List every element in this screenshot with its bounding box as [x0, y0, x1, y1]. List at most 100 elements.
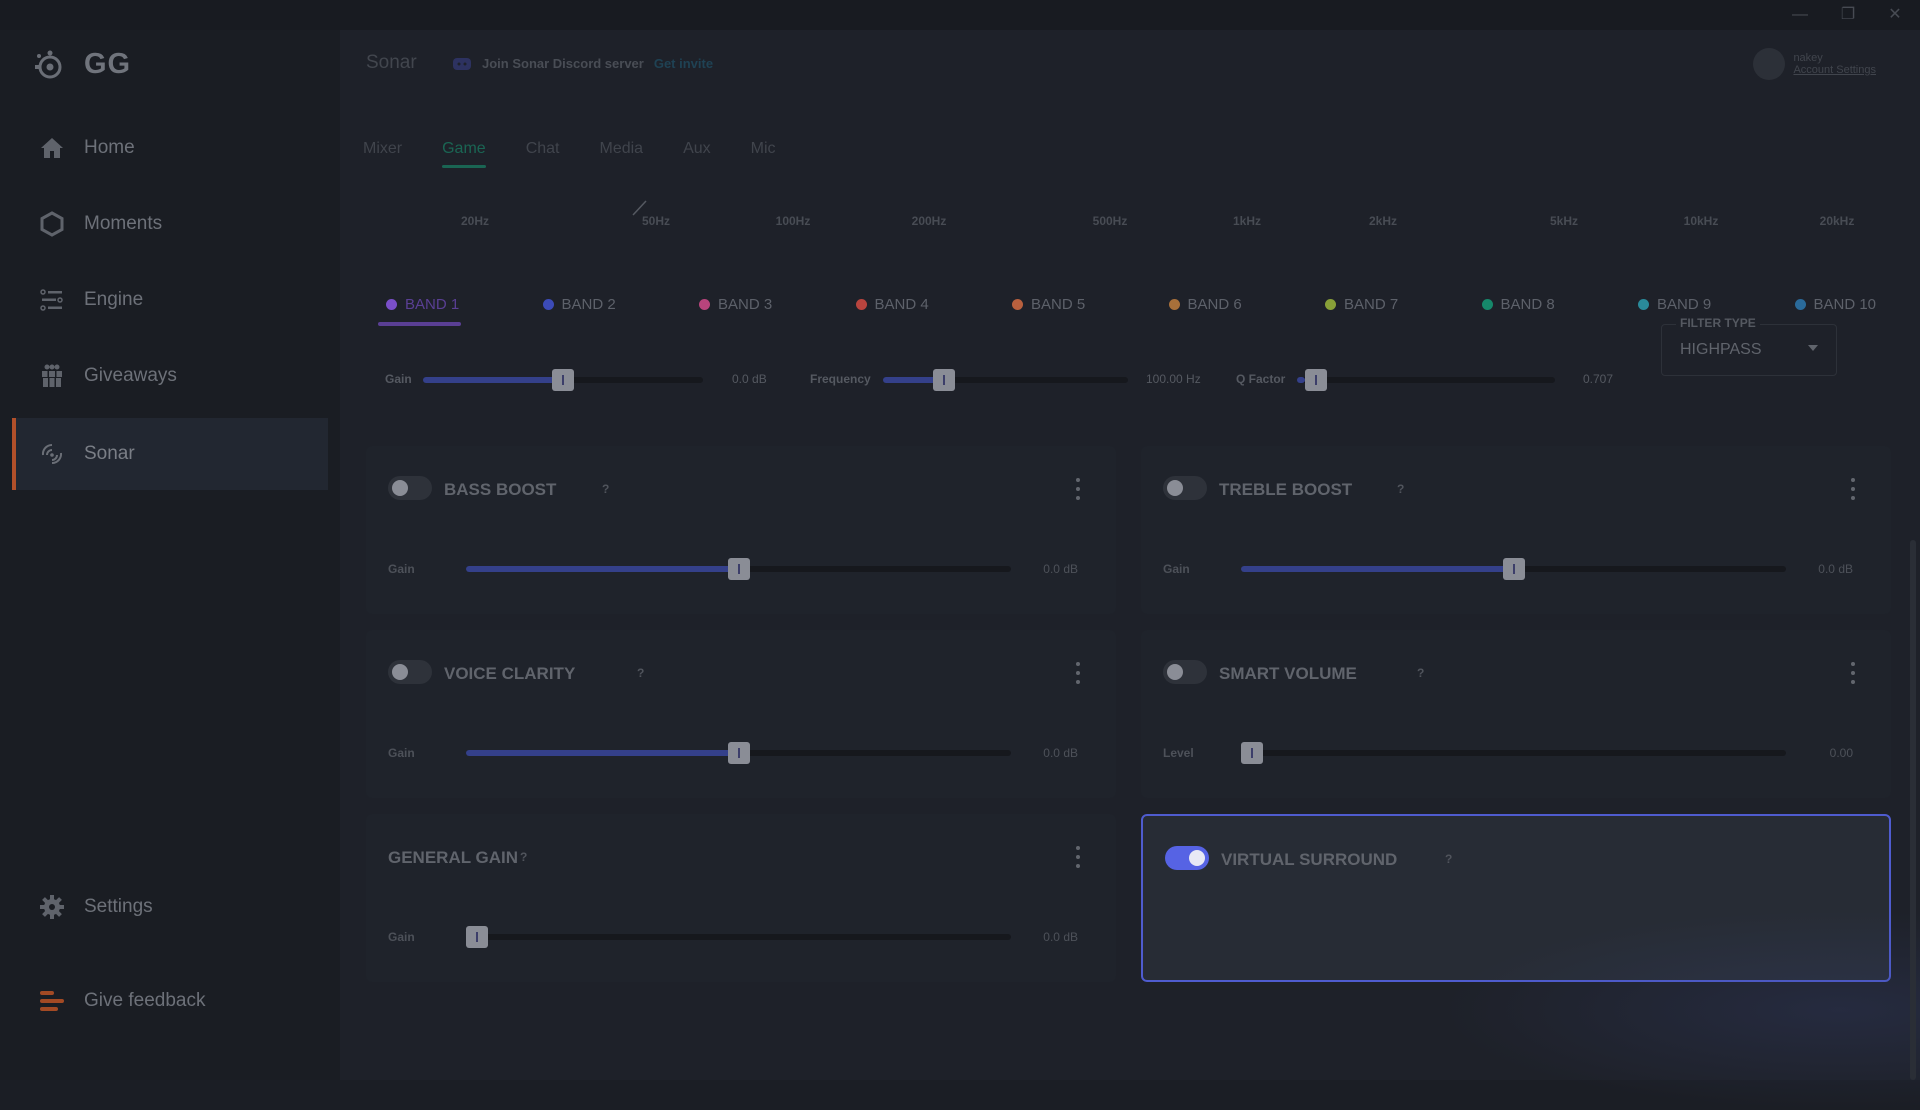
more-options-icon[interactable]	[1074, 662, 1082, 684]
band-label: BAND 8	[1500, 295, 1555, 313]
help-icon[interactable]: ?	[1397, 482, 1404, 496]
band-tab-8[interactable]: BAND 8	[1481, 292, 1555, 316]
help-icon[interactable]: ?	[1417, 666, 1424, 680]
sidebar-item-label: Moments	[84, 213, 163, 234]
general-gain-slider[interactable]	[466, 926, 1011, 948]
treble-boost-toggle[interactable]	[1163, 476, 1207, 500]
band-frequency-slider[interactable]	[883, 369, 1128, 391]
band-label: BAND 9	[1657, 295, 1712, 313]
account-name: nakey	[1793, 52, 1823, 64]
tab-game[interactable]: Game	[442, 140, 486, 168]
bass-boost-slider[interactable]	[466, 558, 1011, 580]
band-tab-1[interactable]: BAND 1	[377, 292, 462, 326]
avatar[interactable]	[1753, 48, 1786, 80]
sidebar-item-engine[interactable]: Engine	[12, 264, 328, 336]
minimize-button[interactable]: —	[1785, 4, 1815, 26]
general-gain-title: GENERAL GAIN	[388, 848, 519, 867]
band-color-dot	[1481, 298, 1493, 310]
band-tab-6[interactable]: BAND 6	[1168, 292, 1242, 316]
slider-thumb[interactable]	[1502, 558, 1525, 580]
band-tab-2[interactable]: BAND 2	[542, 292, 616, 316]
restore-button[interactable]: ❐	[1833, 4, 1863, 26]
smart-volume-card: SMART VOLUME? Level 0.00	[1141, 630, 1891, 798]
freq-tick-label: 20Hz	[460, 214, 490, 228]
freq-tick-label: 1kHz	[1232, 214, 1262, 228]
help-icon[interactable]: ?	[1445, 852, 1452, 866]
gain-value: 0.0 dB	[732, 372, 767, 386]
sidebar-item-give-feedback[interactable]: Give feedback	[12, 965, 328, 1037]
sidebar-item-moments[interactable]: Moments	[12, 188, 328, 260]
treble-boost-slider[interactable]	[1241, 558, 1786, 580]
tab-media[interactable]: Media	[599, 140, 643, 168]
smart-volume-title: SMART VOLUME	[1219, 664, 1357, 683]
band-color-dot	[542, 298, 554, 310]
voice-clarity-title: VOICE CLARITY	[444, 664, 576, 683]
bass-boost-card: BASS BOOST? Gain 0.0 dB	[366, 446, 1116, 614]
sidebar-item-sonar[interactable]: Sonar	[12, 418, 328, 490]
voice-clarity-toggle[interactable]	[388, 660, 432, 684]
bass-boost-control-label: Gain	[388, 562, 415, 576]
account-settings-link[interactable]: Account Settings	[1793, 64, 1876, 76]
smart-volume-toggle[interactable]	[1163, 660, 1207, 684]
band-tab-3[interactable]: BAND 3	[699, 292, 772, 316]
band-label: BAND 6	[1187, 295, 1242, 313]
tab-aux[interactable]: Aux	[683, 140, 711, 168]
account-area[interactable]: nakey Account Settings	[1753, 48, 1876, 80]
band-gain-slider[interactable]	[423, 369, 703, 391]
band-tab-7[interactable]: BAND 7	[1325, 292, 1398, 316]
freq-tick-label: 50Hz	[641, 214, 671, 228]
sidebar-item-home[interactable]: Home	[12, 112, 328, 184]
discord-invite-link[interactable]: Get invite	[654, 56, 713, 71]
q-factor-slider[interactable]	[1297, 369, 1555, 391]
help-icon[interactable]: ?	[520, 850, 527, 864]
band-tab-9[interactable]: BAND 9	[1638, 292, 1711, 316]
tab-mic[interactable]: Mic	[751, 140, 776, 168]
help-icon[interactable]: ?	[637, 666, 644, 680]
scrollbar[interactable]	[1910, 540, 1916, 1080]
slider-thumb[interactable]	[1304, 369, 1327, 391]
discord-icon	[453, 57, 471, 70]
more-options-icon[interactable]	[1849, 662, 1857, 684]
smart-volume-slider[interactable]	[1241, 742, 1786, 764]
band-label: BAND 2	[561, 295, 616, 313]
bass-boost-toggle[interactable]	[388, 476, 432, 500]
sidebar-item-label: Home	[84, 137, 135, 158]
voice-clarity-slider[interactable]	[466, 742, 1011, 764]
band-label: BAND 4	[874, 295, 929, 313]
slider-thumb[interactable]	[727, 742, 750, 764]
slider-thumb[interactable]	[466, 926, 488, 948]
frequency-axis: 20Hz 50Hz 100Hz 200Hz 500Hz 1kHz 2kHz 5k…	[340, 214, 1920, 244]
sidebar-item-giveaways[interactable]: Giveaways	[12, 340, 328, 412]
app-logo-text: GG	[84, 48, 132, 80]
feedback-icon	[38, 987, 66, 1015]
tab-chat[interactable]: Chat	[526, 140, 560, 168]
more-options-icon[interactable]	[1074, 846, 1082, 868]
freq-tick-label: 2kHz	[1368, 214, 1398, 228]
band-label: BAND 5	[1031, 295, 1086, 313]
tab-mixer[interactable]: Mixer	[363, 140, 402, 168]
slider-thumb[interactable]	[933, 369, 956, 391]
slider-thumb[interactable]	[727, 558, 750, 580]
close-button[interactable]: ✕	[1880, 4, 1910, 26]
help-icon[interactable]: ?	[602, 482, 609, 496]
app-logo[interactable]: GG	[34, 48, 131, 81]
virtual-surround-toggle[interactable]	[1165, 846, 1209, 870]
gift-icon	[38, 362, 66, 390]
title-bar: — ❐ ✕	[0, 0, 1920, 30]
band-label: BAND 10	[1813, 295, 1877, 313]
more-options-icon[interactable]	[1849, 478, 1857, 500]
sidebar-item-settings[interactable]: Settings	[12, 871, 328, 943]
more-options-icon[interactable]	[1074, 478, 1082, 500]
filter-type-select[interactable]: FILTER TYPE HIGHPASS	[1661, 316, 1837, 376]
band-tab-5[interactable]: BAND 5	[1012, 292, 1085, 316]
discord-text: Join Sonar Discord server	[482, 56, 644, 71]
freq-tick-label: 200Hz	[911, 214, 947, 228]
band-tab-10[interactable]: BAND 10	[1794, 292, 1877, 316]
slider-thumb[interactable]	[1241, 742, 1263, 764]
band-color-dot	[855, 298, 867, 310]
slider-thumb[interactable]	[552, 369, 574, 391]
frequency-label: Frequency	[810, 372, 871, 386]
band-tab-4[interactable]: BAND 4	[855, 292, 929, 316]
freq-tick-label: 5kHz	[1549, 214, 1579, 228]
sidebar-item-label: Engine	[84, 289, 144, 310]
